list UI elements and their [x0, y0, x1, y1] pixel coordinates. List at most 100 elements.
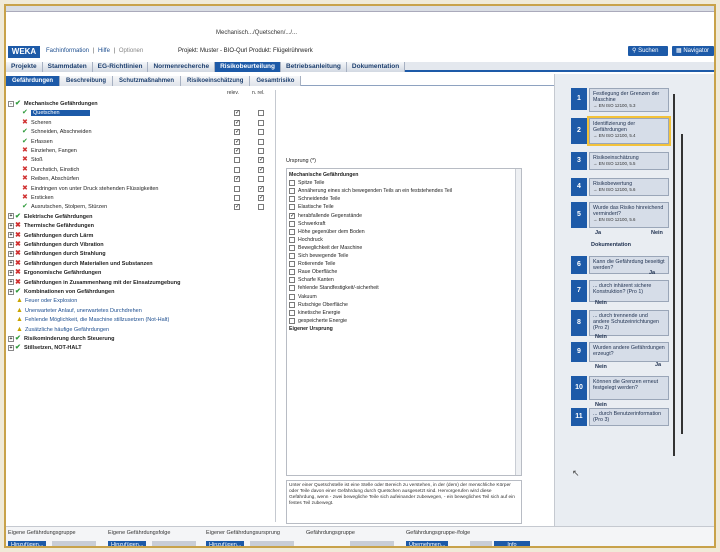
- not-relevant-checkbox[interactable]: ✓: [258, 157, 264, 164]
- expand-icon[interactable]: +: [8, 250, 14, 257]
- flow-step[interactable]: Können die Grenzen erneut festgelegt wer…: [589, 376, 669, 400]
- tree-item[interactable]: + ✖ Gefährdungen durch Vibration: [8, 241, 104, 249]
- not-relevant-checkbox[interactable]: ✓: [258, 185, 264, 192]
- tree-item[interactable]: + ✖ Gefährdungen durch Strahlung: [8, 250, 106, 258]
- origin-item[interactable]: gespeicherte Energie: [289, 317, 521, 325]
- tree-item[interactable]: ▲ Fehlende Möglichkeit, die Maschine stil…: [16, 316, 169, 324]
- origin-item[interactable]: fehlende Standfestigkeit/-sicherheit: [289, 284, 521, 292]
- tree-item[interactable]: ✖ Ersticken: [22, 194, 54, 202]
- tree-item[interactable]: ✖ Reiben, Abschürfen: [22, 175, 79, 183]
- origin-checkbox[interactable]: [289, 261, 295, 268]
- tree-item[interactable]: + ✖ Gefährdungen in Zusammenhang mit der E…: [8, 279, 180, 287]
- main-tab-6[interactable]: Dokumentation: [346, 62, 406, 72]
- tree-item[interactable]: ✖ Stoß: [22, 156, 43, 164]
- tree-item[interactable]: ✖ Eindringen von unter Druck stehenden Fl…: [22, 185, 159, 193]
- origin-checkbox[interactable]: [289, 220, 295, 227]
- relevant-checkbox[interactable]: ✓: [234, 138, 240, 145]
- origin-checkbox[interactable]: [289, 253, 295, 259]
- not-relevant-checkbox[interactable]: [258, 176, 264, 183]
- flow-step[interactable]: ... durch inhärent sichere Konstruktion?…: [589, 280, 669, 302]
- link-fachinformation[interactable]: Fachinformation: [46, 48, 89, 54]
- origin-checkbox[interactable]: [289, 204, 295, 211]
- tree-item[interactable]: + ✔ Stillsetzen, NOT-HALT: [8, 344, 82, 352]
- relevant-checkbox[interactable]: [234, 195, 240, 201]
- origin-item[interactable]: Sich bewegende Teile: [289, 252, 521, 260]
- origin-item[interactable]: Schneidende Teile: [289, 195, 521, 203]
- relevant-checkbox[interactable]: ✓: [234, 204, 240, 211]
- origin-item[interactable]: Elastische Teile: [289, 203, 521, 211]
- link-hilfe[interactable]: Hilfe: [98, 48, 110, 54]
- tree-item[interactable]: + ✖ Ergonomische Gefährdungen: [8, 269, 101, 277]
- tree-item[interactable]: + ✔ Elektrische Gefährdungen: [8, 213, 92, 221]
- relevant-checkbox[interactable]: [234, 185, 240, 192]
- not-relevant-checkbox[interactable]: ✓: [258, 195, 264, 201]
- bottom-action-button[interactable]: Übernehmen...: [406, 541, 449, 546]
- search-button[interactable]: ⚲ Suchen: [628, 46, 668, 56]
- expand-icon[interactable]: +: [8, 241, 14, 248]
- relevant-checkbox[interactable]: [234, 166, 240, 173]
- origin-item[interactable]: kinetische Energie: [289, 309, 521, 317]
- origin-item[interactable]: ✓ herabfallende Gegenstände: [289, 212, 521, 220]
- link-optionen[interactable]: Optionen: [119, 48, 143, 54]
- main-tab-4[interactable]: Risikobeurteilung: [215, 62, 281, 72]
- sub-tab-4[interactable]: Gesamtrisiko: [250, 76, 302, 86]
- flow-step[interactable]: Identifizierung der Gefährdungen → EN ISO…: [587, 116, 671, 146]
- tree-item[interactable]: ✔ Ausrutschen, Stolpern, Stürzen: [22, 203, 107, 211]
- origin-checkbox[interactable]: ✓: [289, 212, 295, 219]
- origin-item[interactable]: Beweglichkeit der Maschine: [289, 244, 521, 252]
- tree-item[interactable]: ▲ Zusätzliche häufige Gefährdungen: [16, 326, 109, 334]
- relevant-checkbox[interactable]: ✓: [234, 129, 240, 136]
- not-relevant-checkbox[interactable]: [258, 204, 264, 211]
- not-relevant-checkbox[interactable]: [258, 148, 264, 154]
- tree-item[interactable]: ✔ Erfassen: [22, 138, 53, 146]
- info-button[interactable]: Info: [494, 541, 530, 546]
- not-relevant-checkbox[interactable]: [258, 110, 264, 117]
- flow-step[interactable]: ... durch Benutzerinformation (Pro 3): [589, 408, 669, 426]
- expand-icon[interactable]: +: [8, 222, 14, 229]
- sub-tab-2[interactable]: Schutzmaßnahmen: [113, 76, 182, 86]
- bottom-action-button[interactable]: Hinzufügen...: [108, 541, 147, 546]
- expand-icon[interactable]: +: [8, 213, 14, 220]
- tree-item[interactable]: - ✔ Mechanische Gefährdungen: [8, 100, 98, 108]
- main-tab-3[interactable]: Normenrecherche: [148, 62, 216, 72]
- navigator-button[interactable]: ▦ Navigator: [672, 46, 714, 56]
- origin-checkbox[interactable]: [289, 277, 295, 284]
- origin-item[interactable]: Raue Oberfläche: [289, 268, 521, 276]
- collapse-icon[interactable]: -: [8, 100, 14, 107]
- origin-item[interactable]: Hochdruck: [289, 236, 521, 244]
- origin-checkbox[interactable]: [289, 301, 295, 308]
- origin-item[interactable]: Schwerkraft: [289, 220, 521, 228]
- expand-icon[interactable]: +: [8, 279, 14, 286]
- origin-item[interactable]: Vakuum: [289, 293, 521, 301]
- sub-tab-1[interactable]: Beschreibung: [60, 76, 114, 86]
- origin-checkbox[interactable]: [289, 309, 295, 316]
- tree-item[interactable]: ✔ Quetschen: [22, 109, 90, 117]
- sub-tab-0[interactable]: Gefährdungen: [6, 76, 61, 86]
- flow-step[interactable]: Risikoeinschätzung → EN ISO 12100, 5.5: [589, 152, 669, 170]
- flow-step[interactable]: Kann die Gefährdung beseitigt werden?: [589, 256, 669, 274]
- bottom-disabled-button[interactable]: [470, 541, 492, 546]
- bottom-disabled-button[interactable]: [52, 541, 96, 546]
- bottom-disabled-button[interactable]: [250, 541, 294, 546]
- tree-item[interactable]: + ✖ Thermische Gefährdungen: [8, 222, 94, 230]
- main-tab-1[interactable]: Stammdaten: [42, 62, 93, 72]
- origin-checkbox[interactable]: [289, 188, 295, 195]
- tree-item[interactable]: ✖ Scheren: [22, 119, 52, 127]
- origin-checkbox[interactable]: [289, 269, 295, 276]
- flow-step[interactable]: ... durch trennende und andere Schutzein…: [589, 310, 669, 336]
- origin-checkbox[interactable]: [289, 180, 295, 187]
- not-relevant-checkbox[interactable]: [258, 119, 264, 126]
- relevant-checkbox[interactable]: ✓: [234, 119, 240, 126]
- expand-icon[interactable]: +: [8, 335, 14, 342]
- origin-item[interactable]: Höhe gegenüber dem Boden: [289, 228, 521, 236]
- tree-item[interactable]: ✔ Schneiden, Abschneiden: [22, 128, 92, 136]
- origin-checkbox[interactable]: [289, 285, 295, 292]
- main-tab-0[interactable]: Projekte: [6, 62, 43, 72]
- relevant-checkbox[interactable]: ✓: [234, 148, 240, 154]
- origin-checkbox[interactable]: [289, 236, 295, 243]
- origin-checkbox[interactable]: [289, 317, 295, 324]
- not-relevant-checkbox[interactable]: [258, 138, 264, 145]
- flow-step[interactable]: Wurden andere Gefährdungen erzeugt?: [589, 342, 669, 362]
- relevant-checkbox[interactable]: ✓: [234, 110, 240, 117]
- origin-item[interactable]: Rutschige Oberfläche: [289, 301, 521, 309]
